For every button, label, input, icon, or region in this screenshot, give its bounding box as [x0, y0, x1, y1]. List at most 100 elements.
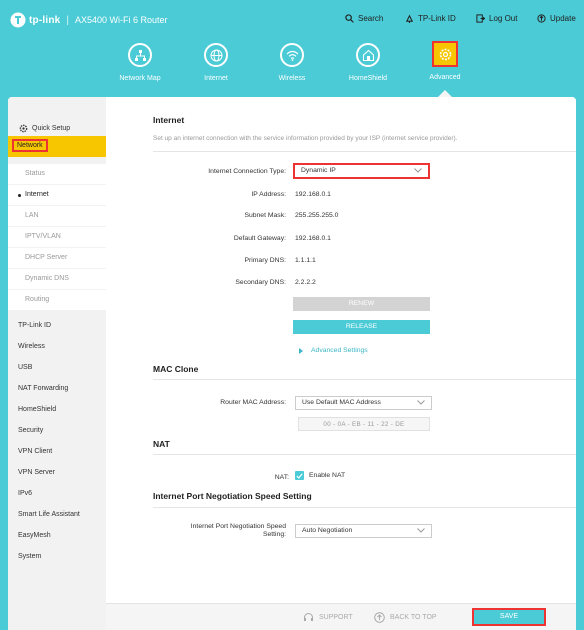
sidebar-item-tplink-id[interactable]: TP-Link ID [18, 322, 51, 329]
conn-type-label: Internet Connection Type: [208, 168, 286, 175]
default-gateway-value: 192.168.0.1 [295, 235, 331, 242]
nav-homeshield-label: HomeShield [348, 75, 388, 82]
port-speed-label-line1: Internet Port Negotiation Speed [190, 523, 286, 530]
internet-section-title: Internet [153, 115, 185, 125]
section-divider [153, 151, 576, 152]
sidebar-item-network[interactable]: Network [8, 136, 106, 157]
nav-homeshield[interactable]: HomeShield [328, 43, 408, 82]
back-to-top-link[interactable]: BACK TO TOP [374, 612, 437, 623]
sidebar-item-homeshield[interactable]: HomeShield [18, 406, 56, 413]
nav-advanced[interactable]: Advanced [405, 41, 485, 81]
logout-link[interactable]: Log Out [476, 14, 517, 23]
brand-name: tp-link [29, 14, 61, 26]
save-button[interactable]: SAVE [472, 608, 546, 626]
update-label: Update [550, 14, 576, 23]
chevron-down-icon [414, 168, 422, 173]
arrow-up-circle-icon [374, 612, 385, 623]
nav-wireless[interactable]: Wireless [252, 43, 332, 82]
subnet-mask-label: Subnet Mask: [244, 212, 286, 219]
sidebar-sub-dhcp-server[interactable]: DHCP Server [8, 248, 106, 268]
main-panel: Quick Setup Network Status Internet LAN … [8, 97, 576, 630]
enable-nat-label: Enable NAT [309, 472, 346, 479]
router-mac-label: Router MAC Address: [220, 399, 286, 406]
nav-internet[interactable]: Internet [176, 43, 256, 82]
nat-section-title: NAT [153, 439, 170, 449]
sidebar-item-usb[interactable]: USB [18, 364, 32, 371]
search-link[interactable]: Search [345, 14, 383, 23]
router-mac-select[interactable]: Use Default MAC Address [295, 396, 432, 410]
sidebar-sub-status[interactable]: Status [8, 164, 106, 184]
search-icon [345, 14, 354, 23]
sidebar-sub-lan[interactable]: LAN [8, 206, 106, 226]
advanced-settings-link[interactable]: Advanced Settings [299, 347, 368, 354]
update-link[interactable]: Update [537, 14, 576, 23]
search-label: Search [358, 14, 384, 23]
conn-type-value: Dynamic IP [301, 167, 336, 174]
router-mac-value: Use Default MAC Address [302, 399, 381, 406]
sidebar-sub-dynamic-dns[interactable]: Dynamic DNS [8, 269, 106, 289]
model-name: AX5400 Wi-Fi 6 Router [75, 15, 168, 25]
expand-triangle-icon [299, 347, 303, 354]
sidebar-item-system[interactable]: System [18, 553, 41, 560]
advanced-settings-label: Advanced Settings [311, 347, 368, 354]
port-speed-label-line2: Setting: [262, 531, 286, 538]
sidebar-item-easymesh[interactable]: EasyMesh [18, 532, 51, 539]
main-nav: Network Map Internet Wireless HomeShield… [0, 40, 584, 94]
primary-dns-label: Primary DNS: [244, 257, 286, 264]
nav-wireless-label: Wireless [278, 75, 306, 82]
sidebar-item-smart-life-assistant[interactable]: Smart Life Assistant [18, 511, 80, 518]
content-area: Internet Set up an internet connection w… [106, 97, 576, 603]
sidebar-item-security[interactable]: Security [18, 427, 43, 434]
chevron-down-icon [417, 528, 425, 533]
ip-address-value: 192.168.0.1 [295, 191, 331, 198]
cloud-id-icon [405, 14, 414, 23]
tp-link-logo-icon [10, 12, 26, 28]
footer-bar: SUPPORT BACK TO TOP SAVE [106, 603, 576, 630]
support-link[interactable]: SUPPORT [303, 612, 353, 623]
wifi-icon [280, 43, 304, 67]
brand-logo: tp-link | AX5400 Wi-Fi 6 Router [10, 12, 168, 28]
ip-address-label: IP Address: [251, 191, 286, 198]
secondary-dns-value: 2.2.2.2 [295, 279, 316, 286]
active-nav-pointer [438, 90, 452, 97]
sidebar-sub-routing[interactable]: Routing [8, 290, 106, 310]
internet-description: Set up an internet connection with the s… [153, 135, 458, 142]
tplink-id-label: TP-Link ID [418, 14, 456, 23]
quick-setup-label: Quick Setup [32, 125, 71, 132]
brand-separator: | [66, 14, 70, 26]
home-shield-icon [356, 43, 380, 67]
back-to-top-label: BACK TO TOP [390, 614, 437, 621]
secondary-dns-label: Secondary DNS: [235, 279, 286, 286]
default-gateway-label: Default Gateway: [233, 235, 286, 242]
sidebar-sub-iptv-vlan[interactable]: IPTV/VLAN [8, 227, 106, 247]
logout-icon [476, 14, 485, 23]
port-speed-section-title: Internet Port Negotiation Speed Setting [153, 491, 312, 501]
nav-internet-label: Internet [204, 75, 228, 82]
network-map-icon [128, 43, 152, 67]
nav-network-map[interactable]: Network Map [100, 43, 180, 82]
sidebar-item-wireless[interactable]: Wireless [18, 343, 45, 350]
sidebar-sub-internet[interactable]: Internet [8, 185, 106, 205]
nat-label: NAT: [274, 474, 289, 481]
sidebar-item-vpn-server[interactable]: VPN Server [18, 469, 55, 476]
sidebar: Quick Setup Network Status Internet LAN … [8, 97, 106, 630]
top-bar: tp-link | AX5400 Wi-Fi 6 Router Search T… [0, 0, 584, 40]
tplink-id-link[interactable]: TP-Link ID [405, 14, 456, 23]
gear-icon [432, 41, 458, 67]
release-button[interactable]: RELEASE [293, 320, 430, 334]
conn-type-select[interactable]: Dynamic IP [293, 163, 430, 179]
sidebar-item-nat-forwarding[interactable]: NAT Forwarding [18, 385, 68, 392]
renew-button[interactable]: RENEW [293, 297, 430, 311]
globe-icon [204, 43, 228, 67]
primary-dns-value: 1.1.1.1 [295, 257, 316, 264]
support-label: SUPPORT [319, 614, 353, 621]
update-icon [537, 14, 546, 23]
port-speed-select[interactable]: Auto Negotiation [295, 524, 432, 538]
subnet-mask-value: 255.255.255.0 [295, 212, 339, 219]
logout-label: Log Out [489, 14, 518, 23]
mac-clone-section-title: MAC Clone [153, 364, 199, 374]
sidebar-item-quick-setup[interactable]: Quick Setup [19, 124, 70, 133]
sidebar-item-ipv6[interactable]: IPv6 [18, 490, 32, 497]
enable-nat-checkbox[interactable]: Enable NAT [295, 471, 345, 480]
sidebar-item-vpn-client[interactable]: VPN Client [18, 448, 52, 455]
